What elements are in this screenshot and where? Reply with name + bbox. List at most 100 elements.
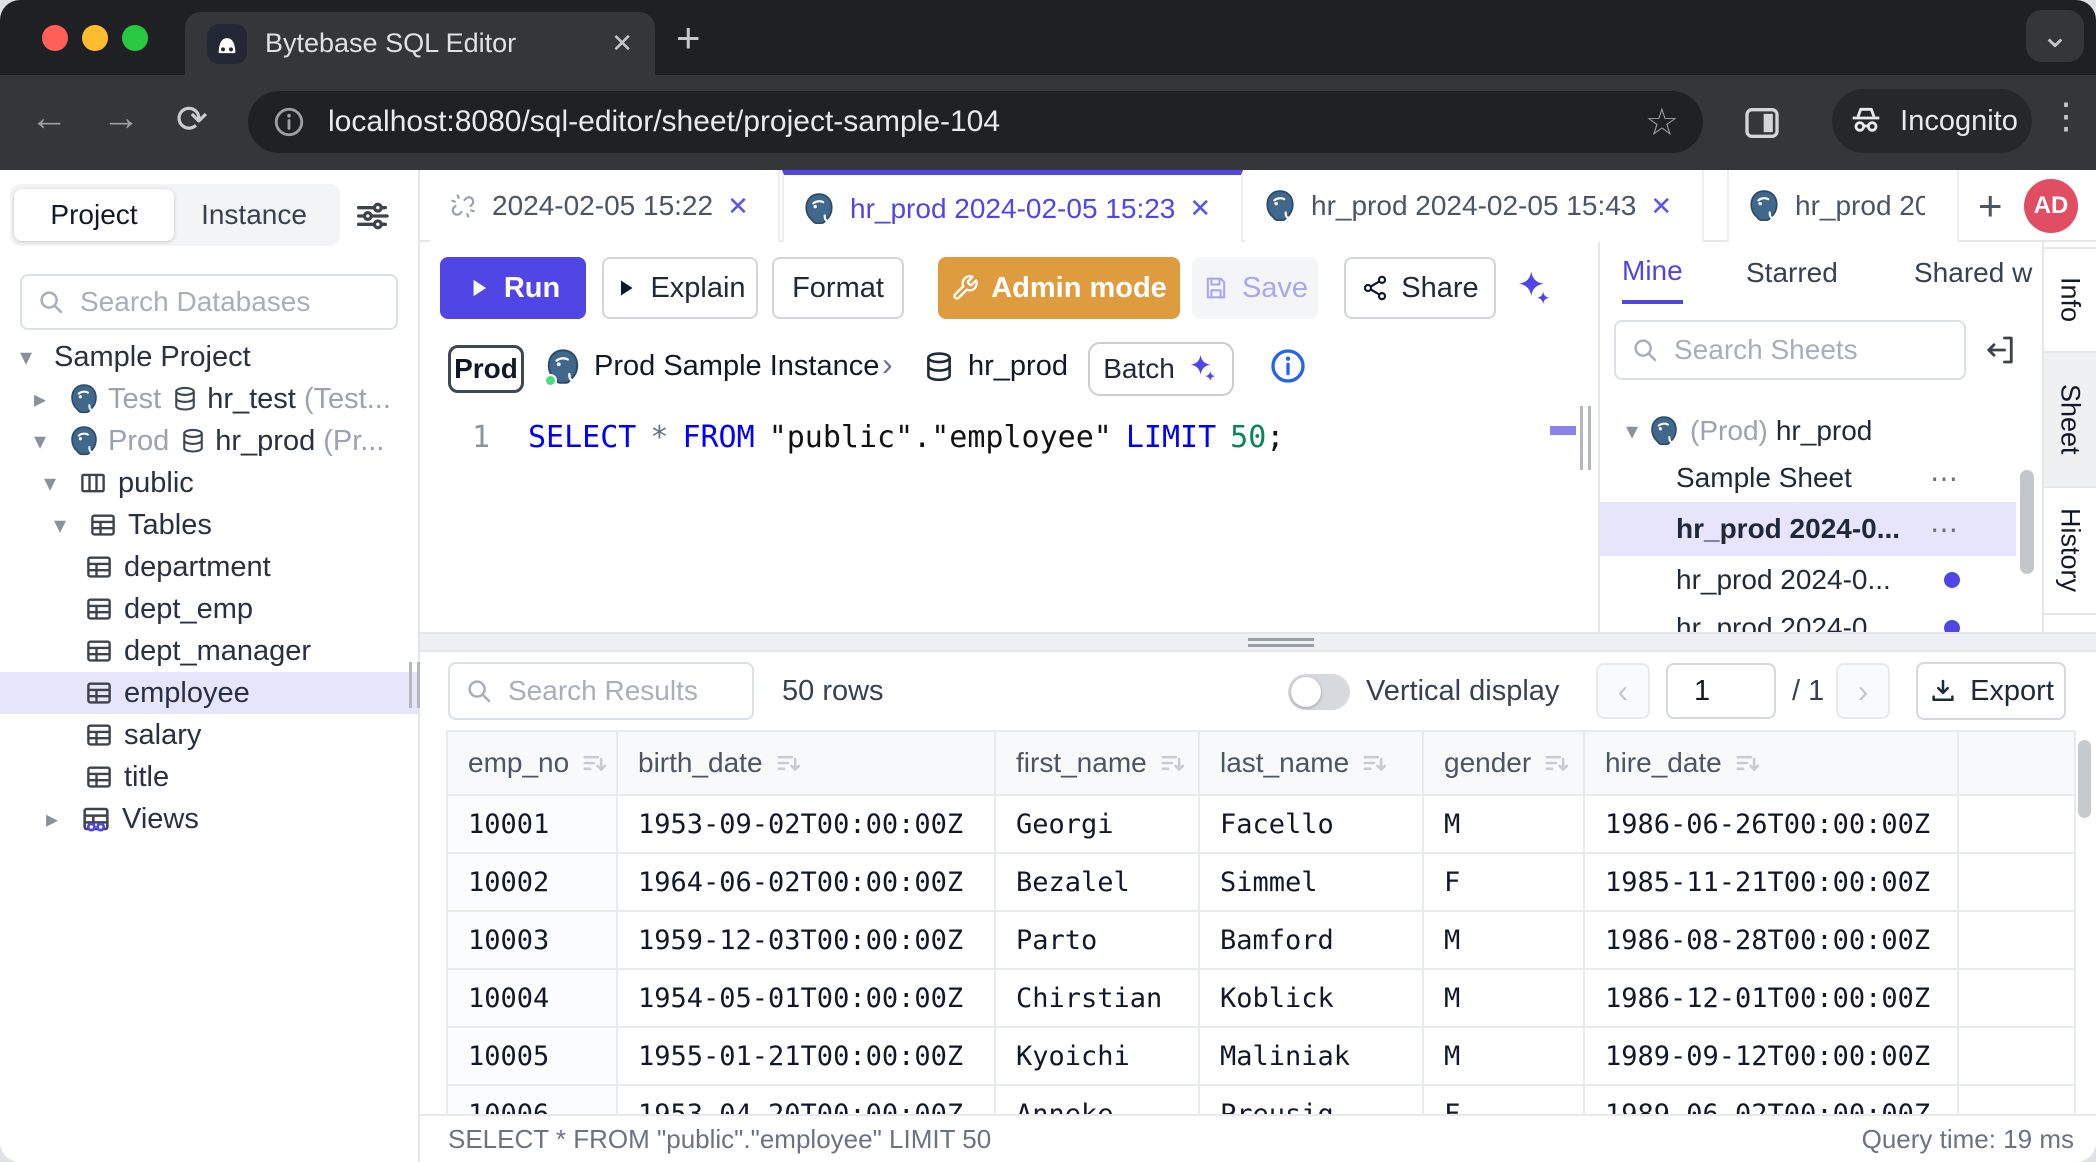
column-header-hire-date[interactable]: hire_date <box>1584 731 1958 795</box>
close-icon[interactable]: ✕ <box>727 191 749 222</box>
explain-button[interactable]: Explain <box>602 257 758 319</box>
sheet-list-scrollbar[interactable] <box>2020 470 2034 574</box>
cell-emp-no[interactable]: 10006 <box>447 1085 617 1114</box>
panel-resize-handle[interactable] <box>1580 406 1594 470</box>
page-number-input[interactable] <box>1666 663 1776 719</box>
tab-search-chevron-button[interactable]: ⌄ <box>2026 10 2084 62</box>
cell-gender[interactable]: M <box>1423 795 1584 853</box>
tree-item-hr-test[interactable]: ▸ Test hr_test (Test... <box>0 378 418 420</box>
tree-item-table-dept-manager[interactable]: dept_manager <box>0 630 418 672</box>
filter-settings-icon[interactable] <box>352 196 392 236</box>
tab-mine[interactable]: Mine <box>1622 242 1683 304</box>
cell-first-name[interactable]: Chirstian <box>995 969 1199 1027</box>
browser-menu-icon[interactable]: ⋮ <box>2048 95 2086 137</box>
caret-down-icon[interactable]: ▾ <box>54 511 80 540</box>
sheet-item-sample-sheet[interactable]: Sample Sheet ⋯ <box>1600 454 2016 502</box>
tree-item-table-salary[interactable]: salary <box>0 714 418 756</box>
site-info-icon[interactable] <box>272 105 306 139</box>
new-tab-button[interactable]: + <box>676 14 701 62</box>
results-search[interactable] <box>448 662 754 720</box>
sheet-search-input[interactable] <box>1672 333 1950 367</box>
close-icon[interactable]: ✕ <box>1650 191 1672 222</box>
export-button[interactable]: Export <box>1916 662 2066 720</box>
cell-gender[interactable]: M <box>1423 969 1584 1027</box>
cell-emp-no[interactable]: 10005 <box>447 1027 617 1085</box>
cell-birth-date[interactable]: 1964-06-02T00:00:00Z <box>617 853 995 911</box>
editor-minimap[interactable] <box>1548 404 1578 632</box>
tree-item-table-dept-emp[interactable]: dept_emp <box>0 588 418 630</box>
caret-down-icon[interactable]: ▾ <box>1626 417 1638 446</box>
results-scrollbar[interactable] <box>2078 740 2091 818</box>
tree-item-tables-group[interactable]: ▾ Tables <box>0 504 418 546</box>
tree-item-table-department[interactable]: department <box>0 546 418 588</box>
bookmark-star-icon[interactable]: ☆ <box>1645 100 1679 145</box>
database-name[interactable]: hr_prod <box>968 350 1068 383</box>
cell-birth-date[interactable]: 1953-04-20T00:00:00Z <box>617 1085 995 1114</box>
table-row[interactable]: 10006 1953-04-20T00:00:00Z Anneke Preusi… <box>447 1085 2075 1114</box>
cell-hire-date[interactable]: 1986-08-28T00:00:00Z <box>1584 911 1958 969</box>
database-search-input[interactable] <box>78 285 382 319</box>
ai-sparkles-icon[interactable] <box>1512 268 1554 310</box>
forward-button[interactable]: → <box>102 97 140 140</box>
browser-tab[interactable]: Bytebase SQL Editor ✕ <box>185 12 655 75</box>
cell-first-name[interactable]: Bezalel <box>995 853 1199 911</box>
share-button[interactable]: Share <box>1344 257 1496 319</box>
info-circle-icon[interactable] <box>1268 346 1308 386</box>
caret-right-icon[interactable]: ▸ <box>34 385 60 414</box>
sort-icon[interactable] <box>581 750 607 776</box>
tab-shared-with-me[interactable]: Shared w <box>1914 242 2032 304</box>
table-row[interactable]: 10003 1959-12-03T00:00:00Z Parto Bamford… <box>447 911 2075 969</box>
tab-instance[interactable]: Instance <box>178 189 330 241</box>
batch-button[interactable]: Batch <box>1088 342 1234 396</box>
cell-last-name[interactable]: Bamford <box>1199 911 1423 969</box>
column-header-gender[interactable]: gender <box>1423 731 1584 795</box>
caret-down-icon[interactable]: ▾ <box>34 427 60 456</box>
sort-icon[interactable] <box>775 750 801 776</box>
tab-starred[interactable]: Starred <box>1746 242 1838 304</box>
tab-history[interactable]: History <box>2044 488 2096 615</box>
cell-last-name[interactable]: Koblick <box>1199 969 1423 1027</box>
cell-first-name[interactable]: Parto <box>995 911 1199 969</box>
sheet-menu-icon[interactable]: ⋯ <box>1930 513 1960 546</box>
cell-first-name[interactable]: Anneke <box>995 1085 1199 1114</box>
admin-mode-button[interactable]: Admin mode <box>938 257 1180 319</box>
tree-item-table-title[interactable]: title <box>0 756 418 798</box>
table-row[interactable]: 10001 1953-09-02T00:00:00Z Georgi Facell… <box>447 795 2075 853</box>
user-avatar[interactable]: AD <box>2024 179 2078 233</box>
cell-emp-no[interactable]: 10001 <box>447 795 617 853</box>
format-button[interactable]: Format <box>772 257 904 319</box>
caret-down-icon[interactable]: ▾ <box>44 469 70 498</box>
tree-item-table-employee[interactable]: employee <box>0 672 418 714</box>
sheet-tab-4[interactable]: hr_prod 2024-( <box>1727 170 1959 242</box>
cell-first-name[interactable]: Kyoichi <box>995 1027 1199 1085</box>
sql-code-line[interactable]: SELECT*FROM"public"."employee"LIMIT50; <box>528 420 1284 490</box>
column-header-first-name[interactable]: first_name <box>995 731 1199 795</box>
cell-hire-date[interactable]: 1986-06-26T00:00:00Z <box>1584 795 1958 853</box>
sql-code-editor[interactable]: 1 SELECT*FROM"public"."employee"LIMIT50; <box>420 404 1598 632</box>
tab-close-icon[interactable]: ✕ <box>611 28 633 59</box>
cell-birth-date[interactable]: 1954-05-01T00:00:00Z <box>617 969 995 1027</box>
sheet-item-selected[interactable]: hr_prod 2024-0... ⋯ <box>1600 502 2016 556</box>
sheet-tab-2-active[interactable]: hr_prod 2024-02-05 15:23 ✕ <box>782 170 1243 242</box>
tab-sheet[interactable]: Sheet <box>2044 353 2096 488</box>
sort-icon[interactable] <box>1159 750 1185 776</box>
traffic-close-button[interactable] <box>42 25 68 51</box>
column-header-birth-date[interactable]: birth_date <box>617 731 995 795</box>
sheet-search[interactable] <box>1614 320 1966 380</box>
cell-first-name[interactable]: Georgi <box>995 795 1199 853</box>
cell-emp-no[interactable]: 10003 <box>447 911 617 969</box>
caret-down-icon[interactable]: ▾ <box>20 343 46 372</box>
cell-birth-date[interactable]: 1955-01-21T00:00:00Z <box>617 1027 995 1085</box>
add-sheet-button[interactable]: + <box>1978 182 2003 230</box>
column-header-emp-no[interactable]: emp_no <box>447 731 617 795</box>
results-resize-handle[interactable] <box>420 632 2096 652</box>
cell-last-name[interactable]: Facello <box>1199 795 1423 853</box>
cell-emp-no[interactable]: 10004 <box>447 969 617 1027</box>
table-row[interactable]: 10005 1955-01-21T00:00:00Z Kyoichi Malin… <box>447 1027 2075 1085</box>
cell-emp-no[interactable]: 10002 <box>447 853 617 911</box>
environment-chip[interactable]: Prod <box>448 345 524 393</box>
sheet-tab-3[interactable]: hr_prod 2024-02-05 15:43 ✕ <box>1245 170 1704 242</box>
tree-item-project[interactable]: ▾ Sample Project <box>0 336 418 378</box>
tree-item-hr-prod[interactable]: ▾ Prod hr_prod (Pr... <box>0 420 418 462</box>
cell-last-name[interactable]: Simmel <box>1199 853 1423 911</box>
